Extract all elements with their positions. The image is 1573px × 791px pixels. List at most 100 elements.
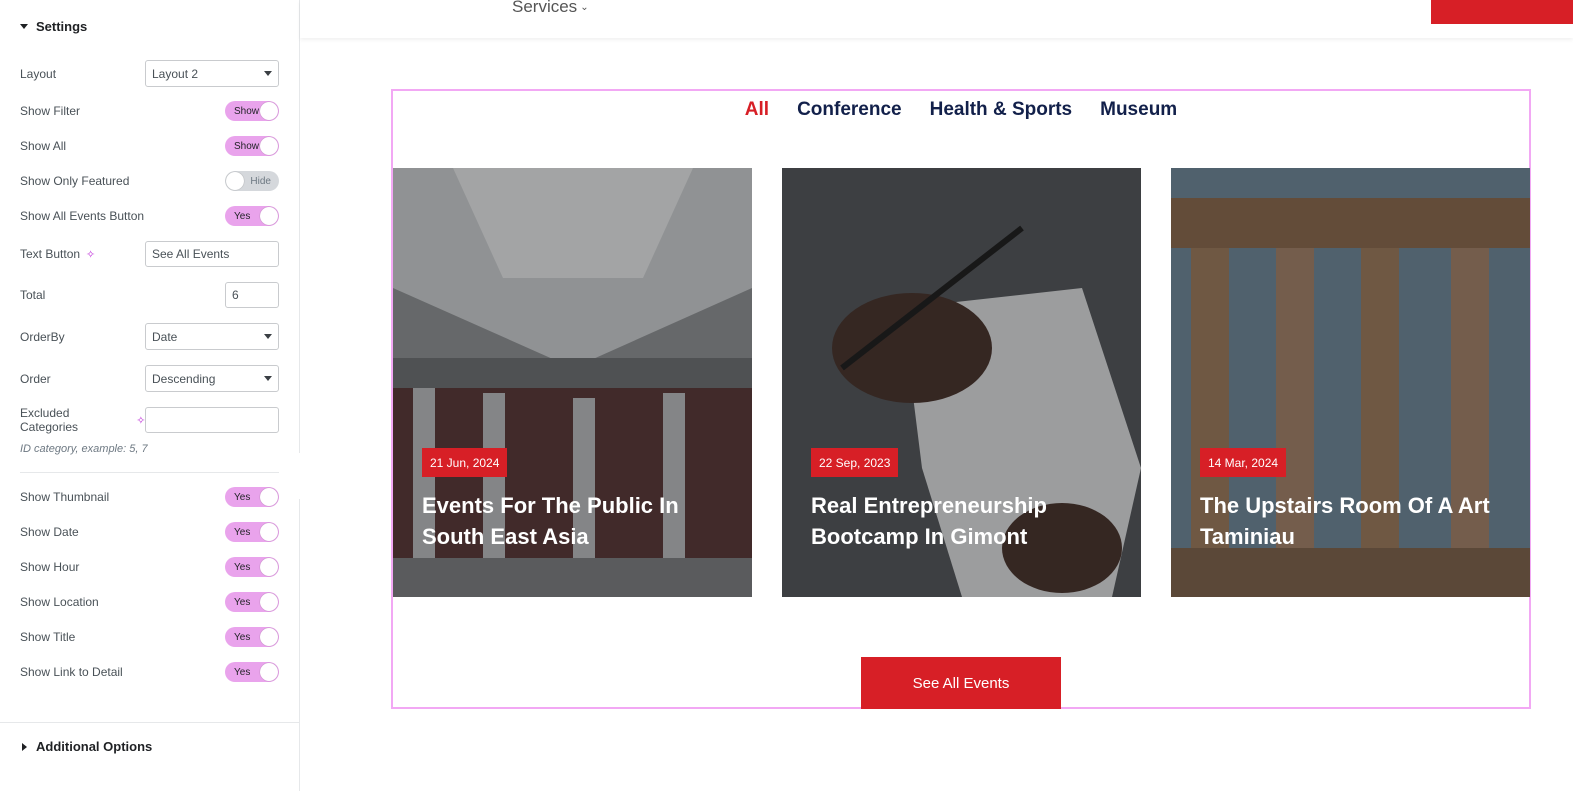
- excluded-categories-input[interactable]: [145, 407, 279, 433]
- show-date-toggle[interactable]: Yes: [225, 522, 279, 542]
- order-select[interactable]: Descending: [145, 365, 279, 392]
- show-link-to-detail-control: Show Link to Detail Yes: [20, 662, 279, 682]
- toggle-state: Yes: [234, 596, 251, 608]
- event-filter-bar: All Conference Health & Sports Museum: [393, 99, 1529, 121]
- settings-section-header[interactable]: Settings: [20, 19, 87, 34]
- layout-label: Layout: [20, 66, 57, 81]
- dropdown-caret-icon: [264, 71, 272, 76]
- filter-health-sports[interactable]: Health & Sports: [930, 99, 1073, 121]
- layout-control: Layout Layout 2: [20, 60, 279, 87]
- toggle-state: Yes: [234, 666, 251, 678]
- toggle-knob: [260, 523, 278, 541]
- see-all-events-button[interactable]: See All Events: [861, 657, 1061, 709]
- nav-item-services[interactable]: Services ⌄: [512, 0, 589, 17]
- show-title-control: Show Title Yes: [20, 627, 279, 647]
- toggle-state: Yes: [234, 491, 251, 503]
- layout-value: Layout 2: [152, 66, 199, 81]
- total-control: Total 6: [20, 282, 279, 308]
- toggle-knob: [260, 663, 278, 681]
- show-all-events-button-toggle[interactable]: Yes: [225, 206, 279, 226]
- page-preview: Services ⌄ All Conference Health & Sport…: [300, 0, 1573, 791]
- text-button-label: Text Button: [20, 247, 81, 261]
- caret-right-icon: [22, 742, 27, 751]
- show-all-label: Show All: [20, 139, 67, 153]
- show-link-to-detail-toggle[interactable]: Yes: [225, 662, 279, 682]
- ai-sparkle-icon[interactable]: ✧: [136, 414, 145, 427]
- orderby-label: OrderBy: [20, 329, 65, 344]
- toggle-state: Yes: [234, 631, 251, 643]
- excluded-categories-control: Excluded Categories ✧: [20, 406, 279, 434]
- filter-museum[interactable]: Museum: [1100, 99, 1177, 121]
- show-thumbnail-control: Show Thumbnail Yes: [20, 487, 279, 507]
- nav-services-label: Services: [512, 0, 578, 16]
- event-date-badge: 14 Mar, 2024: [1200, 448, 1287, 477]
- chevron-down-icon: ⌄: [580, 1, 589, 13]
- show-only-featured-control: Show Only Featured Hide: [20, 171, 279, 191]
- toggle-state: Yes: [234, 561, 251, 573]
- show-all-control: Show All Show: [20, 136, 279, 156]
- event-title[interactable]: The Upstairs Room Of A Art Taminiau: [1200, 490, 1500, 552]
- order-control: Order Descending: [20, 365, 279, 392]
- event-date-badge: 22 Sep, 2023: [811, 448, 899, 477]
- show-all-toggle[interactable]: Show: [225, 136, 279, 156]
- show-date-control: Show Date Yes: [20, 522, 279, 542]
- show-link-to-detail-label: Show Link to Detail: [20, 665, 123, 679]
- toggle-knob: [226, 172, 244, 190]
- show-all-events-button-control: Show All Events Button Yes: [20, 206, 279, 226]
- editor-panel: Settings Layout Layout 2 Show Filter Sho…: [0, 0, 300, 791]
- show-filter-control: Show Filter Show: [20, 101, 279, 121]
- toggle-knob: [260, 558, 278, 576]
- filter-conference[interactable]: Conference: [797, 99, 902, 121]
- text-button-input[interactable]: See All Events: [145, 241, 279, 267]
- layout-select[interactable]: Layout 2: [145, 60, 279, 87]
- caret-down-icon: [20, 24, 28, 29]
- event-card[interactable]: 21 Jun, 2024 Events For The Public In So…: [393, 168, 752, 597]
- orderby-select[interactable]: Date: [145, 323, 279, 350]
- ai-sparkle-icon[interactable]: ✧: [86, 248, 95, 261]
- section-divider: [20, 472, 279, 473]
- orderby-control: OrderBy Date: [20, 323, 279, 350]
- toggle-knob: [260, 593, 278, 611]
- total-input[interactable]: 6: [225, 282, 279, 308]
- show-filter-label: Show Filter: [20, 104, 81, 118]
- total-label: Total: [20, 288, 46, 302]
- show-filter-toggle[interactable]: Show: [225, 101, 279, 121]
- show-thumbnail-toggle[interactable]: Yes: [225, 487, 279, 507]
- section-divider: [0, 722, 299, 723]
- toggle-knob: [260, 628, 278, 646]
- toggle-state: Yes: [234, 526, 251, 538]
- event-card[interactable]: 14 Mar, 2024 The Upstairs Room Of A Art …: [1171, 168, 1530, 597]
- show-only-featured-toggle[interactable]: Hide: [225, 171, 279, 191]
- show-title-label: Show Title: [20, 630, 76, 644]
- orderby-value: Date: [152, 329, 178, 344]
- dropdown-caret-icon: [264, 334, 272, 339]
- show-all-events-button-label: Show All Events Button: [20, 209, 145, 223]
- event-title[interactable]: Real Entrepreneurship Bootcamp In Gimont: [811, 490, 1111, 552]
- show-hour-label: Show Hour: [20, 560, 80, 574]
- show-title-toggle[interactable]: Yes: [225, 627, 279, 647]
- excluded-categories-label: Excluded Categories: [20, 406, 79, 434]
- toggle-knob: [260, 488, 278, 506]
- show-location-control: Show Location Yes: [20, 592, 279, 612]
- show-location-label: Show Location: [20, 595, 99, 609]
- toggle-state: Show: [234, 105, 260, 117]
- site-header: Services ⌄: [300, 0, 1573, 38]
- additional-options-title: Additional Options: [36, 739, 153, 754]
- filter-all[interactable]: All: [745, 99, 769, 121]
- events-widget: All Conference Health & Sports Museum 21…: [391, 89, 1531, 709]
- show-hour-control: Show Hour Yes: [20, 557, 279, 577]
- excluded-categories-hint: ID category, example: 5, 7: [20, 443, 148, 455]
- show-only-featured-label: Show Only Featured: [20, 174, 130, 188]
- toggle-state: Hide: [250, 175, 271, 187]
- header-cta-button[interactable]: [1431, 0, 1573, 24]
- additional-options-section-header[interactable]: Additional Options: [20, 739, 152, 754]
- toggle-knob: [260, 137, 278, 155]
- event-card[interactable]: 22 Sep, 2023 Real Entrepreneurship Bootc…: [782, 168, 1141, 597]
- text-button-control: Text Button ✧ See All Events: [20, 241, 279, 267]
- show-hour-toggle[interactable]: Yes: [225, 557, 279, 577]
- show-location-toggle[interactable]: Yes: [225, 592, 279, 612]
- order-label: Order: [20, 371, 51, 386]
- show-thumbnail-label: Show Thumbnail: [20, 490, 110, 504]
- order-value: Descending: [152, 371, 216, 386]
- event-title[interactable]: Events For The Public In South East Asia: [422, 490, 722, 552]
